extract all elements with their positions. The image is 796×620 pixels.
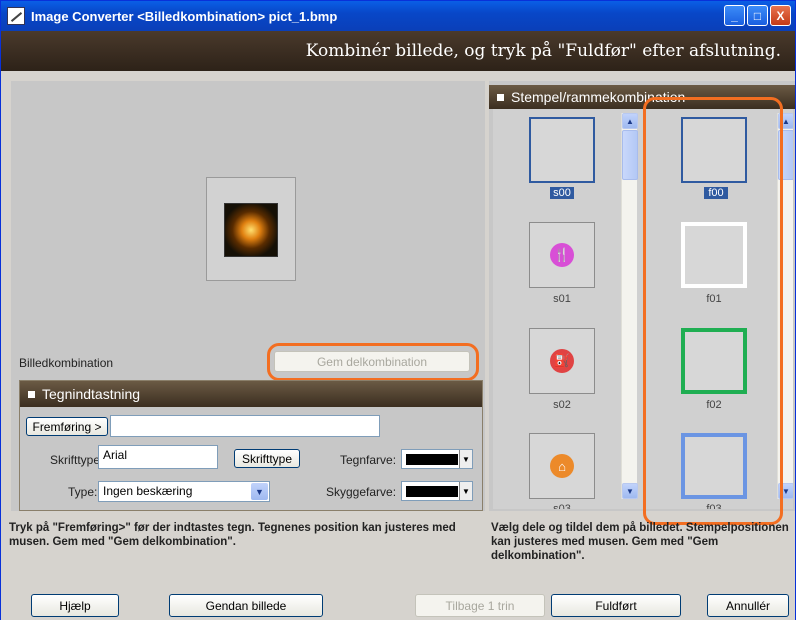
text-color-swatch (406, 454, 458, 465)
help-button[interactable]: Hjælp (31, 594, 119, 617)
text-input-section-title: Tegnindtastning (20, 381, 482, 407)
text-input-section: Tegnindtastning Fremføring > Skrifttype:… (19, 380, 483, 511)
image-preview-panel: Billedkombination Gem delkombination Teg… (11, 81, 485, 511)
window-controls: _ □ X (724, 5, 791, 26)
fork-knife-icon: 🍴 (550, 243, 574, 267)
app-icon (7, 7, 25, 25)
footer-bar: Hjælp Gendan billede Tilbage 1 trin Fuld… (1, 584, 795, 620)
stamp-help: Vælg dele og tildel dem på billedet. Ste… (491, 522, 789, 562)
window-title: Image Converter <Billedkombination> pict… (31, 8, 338, 24)
fuel-pump-icon: ⛽ (550, 349, 574, 373)
cancel-button[interactable]: Annullér (707, 594, 789, 617)
instruction-text: Kombinér billede, og tryk på "Fuldfør" e… (305, 41, 781, 61)
stamps-scrollbar[interactable]: ▲ ▼ (621, 113, 638, 499)
font-field[interactable]: Arial (98, 445, 218, 469)
stamp-label: s01 (553, 293, 571, 305)
undo-button[interactable]: Tilbage 1 trin (415, 594, 545, 617)
chevron-down-icon[interactable]: ▼ (459, 482, 472, 500)
stamp-tile-s02[interactable]: ⛽ (529, 328, 595, 394)
text-entry-field[interactable] (110, 415, 380, 437)
maximize-button[interactable]: □ (747, 5, 768, 26)
stamp-label: s02 (553, 399, 571, 411)
restore-image-button[interactable]: Gendan billede (169, 594, 323, 617)
stamp-tile-s01[interactable]: 🍴 (529, 222, 595, 288)
close-button[interactable]: X (770, 5, 791, 26)
highlight-frames-column (643, 97, 783, 525)
font-label: Skrifttype: (50, 453, 104, 467)
text-help: Tryk på "Fremføring>" før der indtastes … (9, 522, 456, 548)
chevron-down-icon[interactable]: ▼ (251, 483, 268, 500)
image-canvas[interactable] (206, 177, 296, 281)
type-label: Type: (68, 485, 98, 499)
shadow-color-swatch (406, 486, 458, 497)
title-bar[interactable]: Image Converter <Billedkombination> pict… (1, 1, 795, 31)
font-button[interactable]: Skrifttype (234, 449, 300, 468)
highlight-save-partial (267, 343, 479, 381)
chevron-down-icon[interactable]: ▼ (459, 450, 472, 468)
shadow-color-label: Skyggefarve: (326, 485, 397, 499)
chevron-down-icon[interactable]: ▼ (622, 483, 638, 499)
stamps-scroll-thumb[interactable] (622, 130, 638, 180)
text-color-label: Tegnfarve: (340, 453, 397, 467)
home-icon: ⌂ (550, 454, 574, 478)
forward-button[interactable]: Fremføring > (26, 417, 108, 436)
type-select[interactable]: Ingen beskæring ▼ (98, 481, 270, 502)
shadow-color-picker[interactable]: ▼ (401, 481, 473, 501)
text-color-picker[interactable]: ▼ (401, 449, 473, 469)
stamp-label: s03 (553, 503, 571, 509)
combination-label: Billedkombination (19, 356, 114, 370)
instruction-banner: Kombinér billede, og tryk på "Fuldfør" e… (1, 31, 795, 71)
stamp-tile-s03[interactable]: ⌂ (529, 433, 595, 499)
chevron-up-icon[interactable]: ▲ (622, 113, 638, 129)
preview-image[interactable] (224, 203, 278, 257)
stamp-label: s00 (550, 187, 574, 199)
minimize-button[interactable]: _ (724, 5, 745, 26)
stamp-tile-s00[interactable] (529, 117, 595, 183)
type-select-value: Ingen beskæring (103, 484, 193, 498)
app-window: Image Converter <Billedkombination> pict… (0, 0, 796, 620)
done-button[interactable]: Fuldført (551, 594, 681, 617)
